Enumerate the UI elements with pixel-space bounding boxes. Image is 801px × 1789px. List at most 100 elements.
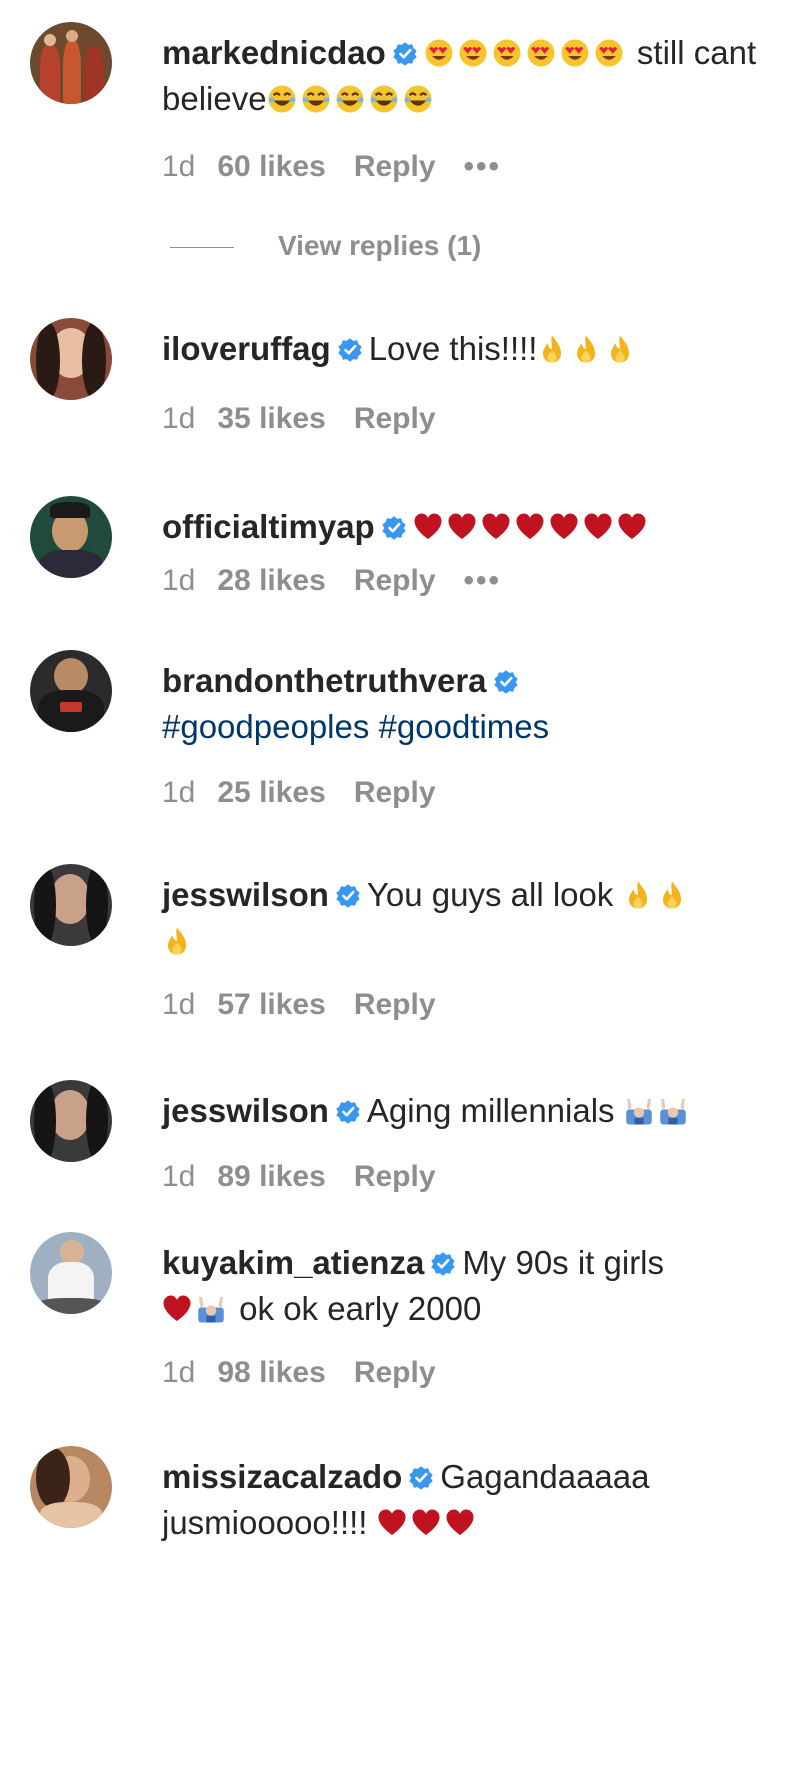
comment-body: iloveruffag Love this!!!! bbox=[162, 326, 762, 372]
verified-badge-icon bbox=[337, 337, 363, 363]
like-count[interactable]: 89 likes bbox=[217, 1160, 325, 1193]
reply-button[interactable]: Reply bbox=[354, 564, 436, 597]
like-count[interactable]: 25 likes bbox=[217, 776, 325, 809]
reply-button[interactable]: Reply bbox=[354, 1356, 436, 1389]
heart-emoji bbox=[445, 1508, 475, 1538]
heart-eyes-emoji bbox=[560, 38, 590, 68]
reply-button[interactable]: Reply bbox=[354, 1160, 436, 1193]
avatar[interactable] bbox=[30, 1446, 112, 1528]
fire-emoji bbox=[657, 880, 687, 910]
heart-emoji bbox=[515, 512, 545, 542]
comment-username[interactable]: iloveruffag bbox=[162, 330, 331, 367]
heart-emoji bbox=[377, 1508, 407, 1538]
heart-emoji bbox=[411, 1508, 441, 1538]
heart-eyes-emoji bbox=[526, 38, 556, 68]
comment-text-line2: ok ok early 2000 bbox=[239, 1290, 482, 1327]
view-replies-button[interactable]: View replies (1) bbox=[170, 230, 481, 262]
like-count[interactable]: 60 likes bbox=[217, 150, 325, 183]
comment-body: markednicdao still cant believe bbox=[162, 30, 762, 122]
fire-emoji bbox=[605, 334, 635, 364]
comment-username[interactable]: officialtimyap bbox=[162, 508, 375, 545]
comment-username[interactable]: missizacalzado bbox=[162, 1458, 402, 1495]
raising-hands-emoji bbox=[624, 1096, 654, 1126]
like-count[interactable]: 57 likes bbox=[217, 988, 325, 1021]
reply-button[interactable]: Reply bbox=[354, 776, 436, 809]
heart-emoji bbox=[447, 512, 477, 542]
heart-eyes-emoji bbox=[458, 38, 488, 68]
verified-badge-icon bbox=[408, 1465, 434, 1491]
comment-meta: 1d 35 likes Reply bbox=[162, 402, 464, 436]
like-count[interactable]: 35 likes bbox=[217, 402, 325, 435]
raising-hands-emoji bbox=[196, 1294, 226, 1324]
heart-eyes-emoji bbox=[594, 38, 624, 68]
comment-meta: 1d 25 likes Reply bbox=[162, 776, 464, 810]
divider-line bbox=[170, 247, 234, 249]
comment-text: Love this!!!! bbox=[368, 330, 538, 367]
verified-badge-icon bbox=[381, 515, 407, 541]
like-count[interactable]: 98 likes bbox=[217, 1356, 325, 1389]
heart-eyes-emoji bbox=[492, 38, 522, 68]
laughing-emoji bbox=[335, 84, 365, 114]
avatar[interactable] bbox=[30, 864, 112, 946]
comment-age: 1d bbox=[162, 776, 196, 809]
comment-body: missizacalzado Gagandaaaaa jusmiooooo!!!! bbox=[162, 1454, 722, 1546]
comment-age: 1d bbox=[162, 1356, 196, 1389]
fire-emoji bbox=[623, 880, 653, 910]
laughing-emoji bbox=[267, 84, 297, 114]
reply-button[interactable]: Reply bbox=[354, 402, 436, 435]
comment-body: jesswilson You guys all look bbox=[162, 872, 762, 964]
reply-button[interactable]: Reply bbox=[354, 150, 436, 183]
comment-username[interactable]: kuyakim_atienza bbox=[162, 1244, 424, 1281]
comment-meta: 1d 60 likes Reply ••• bbox=[162, 150, 529, 184]
avatar[interactable] bbox=[30, 650, 112, 732]
hashtag-link[interactable]: #goodpeoples #goodtimes bbox=[162, 708, 549, 745]
comment-username[interactable]: markednicdao bbox=[162, 34, 386, 71]
comment-meta: 1d 57 likes Reply bbox=[162, 988, 464, 1022]
comment-text: My 90s it girls bbox=[462, 1244, 665, 1281]
heart-emoji bbox=[162, 1294, 192, 1324]
comment-meta: 1d 28 likes Reply ••• bbox=[162, 564, 529, 598]
view-replies-label: View replies (1) bbox=[278, 230, 482, 261]
avatar[interactable] bbox=[30, 318, 112, 400]
heart-emoji bbox=[549, 512, 579, 542]
comment-body: brandonthetruthvera #goodpeoples #goodtim… bbox=[162, 658, 762, 750]
comment-age: 1d bbox=[162, 1160, 196, 1193]
avatar[interactable] bbox=[30, 1080, 112, 1162]
comment-username[interactable]: brandonthetruthvera bbox=[162, 662, 487, 699]
like-count[interactable]: 28 likes bbox=[217, 564, 325, 597]
fire-emoji bbox=[571, 334, 601, 364]
verified-badge-icon bbox=[335, 883, 361, 909]
avatar[interactable] bbox=[30, 496, 112, 578]
laughing-emoji bbox=[301, 84, 331, 114]
comment-meta: 1d 89 likes Reply bbox=[162, 1160, 464, 1194]
more-options-icon[interactable]: ••• bbox=[464, 150, 502, 183]
laughing-emoji bbox=[403, 84, 433, 114]
comment-body: jesswilson Aging millennials bbox=[162, 1088, 762, 1134]
verified-badge-icon bbox=[493, 669, 519, 695]
raising-hands-emoji bbox=[658, 1096, 688, 1126]
verified-badge-icon bbox=[335, 1099, 361, 1125]
verified-badge-icon bbox=[430, 1251, 456, 1277]
avatar[interactable] bbox=[30, 1232, 112, 1314]
comment-age: 1d bbox=[162, 564, 196, 597]
verified-badge-icon bbox=[392, 41, 418, 67]
heart-emoji bbox=[617, 512, 647, 542]
comment-age: 1d bbox=[162, 150, 196, 183]
laughing-emoji bbox=[369, 84, 399, 114]
avatar[interactable] bbox=[30, 22, 112, 104]
more-options-icon[interactable]: ••• bbox=[464, 564, 502, 597]
comment-username[interactable]: jesswilson bbox=[162, 876, 329, 913]
fire-emoji bbox=[162, 926, 192, 956]
comment-age: 1d bbox=[162, 402, 196, 435]
comment-username[interactable]: jesswilson bbox=[162, 1092, 329, 1129]
heart-emoji bbox=[481, 512, 511, 542]
reply-button[interactable]: Reply bbox=[354, 988, 436, 1021]
heart-emoji bbox=[583, 512, 613, 542]
heart-eyes-emoji bbox=[424, 38, 454, 68]
fire-emoji bbox=[537, 334, 567, 364]
comment-body: officialtimyap bbox=[162, 504, 762, 550]
comment-body: kuyakim_atienza My 90s it girls ok ok ear… bbox=[162, 1240, 762, 1332]
comment-age: 1d bbox=[162, 988, 196, 1021]
comment-text: Aging millennials bbox=[366, 1092, 615, 1129]
comment-meta: 1d 98 likes Reply bbox=[162, 1356, 464, 1390]
